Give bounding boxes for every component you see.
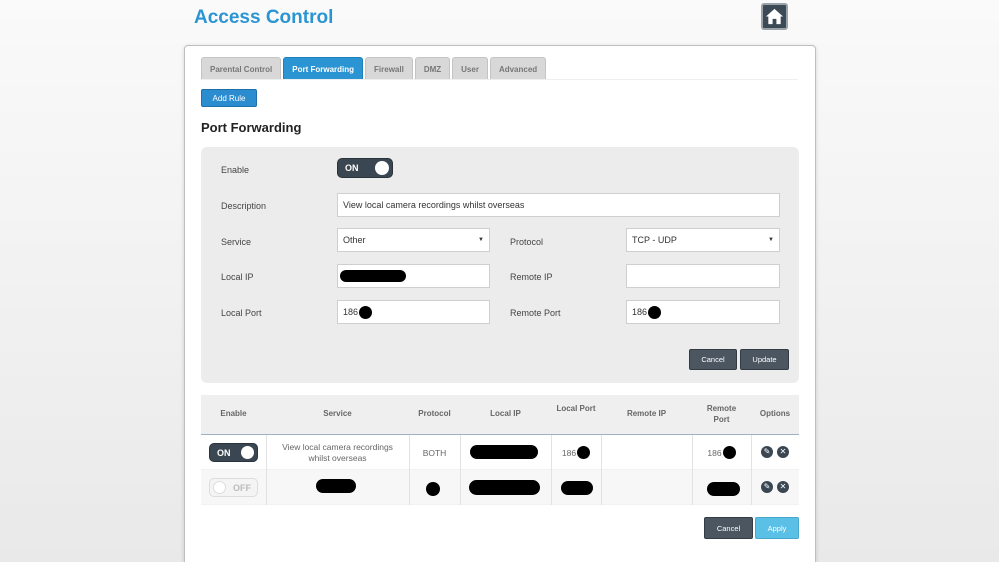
row-remote-port-value: 186	[707, 447, 722, 458]
col-local-ip: Local IP	[490, 409, 521, 418]
enable-toggle-text: ON	[345, 163, 359, 173]
remote-port-input[interactable]: 186	[626, 300, 780, 324]
local-port-input[interactable]: 186	[337, 300, 490, 324]
col-options: Options	[759, 409, 791, 418]
col-divider	[409, 470, 410, 505]
row-service: View local camera recordings whilst over…	[282, 441, 393, 463]
tab-divider	[201, 79, 798, 80]
remote-ip-label: Remote IP	[510, 272, 553, 282]
footer-cancel-button[interactable]: Cancel	[704, 517, 753, 539]
col-divider	[551, 470, 552, 505]
local-ip-input[interactable]	[337, 264, 490, 288]
redacted-local-ip	[340, 270, 406, 282]
redacted-remote-port	[707, 482, 740, 496]
delete-icon[interactable]: ✕	[777, 481, 789, 493]
row-local-port-value: 186	[561, 447, 577, 458]
col-divider	[601, 470, 602, 505]
col-divider	[751, 435, 752, 470]
home-button[interactable]	[761, 3, 788, 30]
row-toggle-text: OFF	[233, 483, 251, 493]
remote-ip-input[interactable]	[626, 264, 780, 288]
update-button[interactable]: Update	[740, 349, 789, 370]
edit-icon[interactable]: ✎	[761, 481, 773, 493]
tab-firewall[interactable]: Firewall	[365, 57, 413, 80]
remote-port-value: 186	[632, 307, 648, 317]
toggle-knob	[241, 446, 254, 459]
col-protocol: Protocol	[418, 409, 451, 418]
delete-icon[interactable]: ✕	[777, 446, 789, 458]
col-divider	[460, 435, 461, 470]
description-label: Description	[221, 201, 267, 211]
section-title: Port Forwarding	[201, 120, 302, 135]
redacted-local-ip	[469, 480, 540, 495]
protocol-value: TCP - UDP	[632, 235, 677, 245]
table-header: Enable Service Protocol Local IP Local P…	[201, 395, 799, 435]
col-remote-port: Remote Port	[706, 404, 737, 424]
chevron-down-icon: ▼	[478, 237, 484, 243]
rules-table: Enable Service Protocol Local IP Local P…	[201, 395, 799, 505]
table-row: OFF ✎ ✕	[201, 470, 799, 505]
col-enable: Enable	[220, 409, 247, 418]
edit-icon[interactable]: ✎	[761, 446, 773, 458]
redacted-local-ip	[470, 445, 538, 459]
local-ip-label: Local IP	[221, 272, 254, 282]
toggle-knob	[213, 481, 226, 494]
row-remote-port: 186	[692, 435, 751, 470]
local-port-label: Local Port	[221, 308, 262, 318]
col-divider	[692, 470, 693, 505]
home-icon	[765, 8, 784, 25]
protocol-select[interactable]: TCP - UDP ▼	[626, 228, 780, 252]
col-divider	[460, 470, 461, 505]
col-local-port: Local Port	[556, 404, 596, 413]
tab-user[interactable]: User	[452, 57, 488, 80]
redacted-port-digit	[648, 305, 662, 319]
col-divider	[266, 470, 267, 505]
description-input[interactable]: View local camera recordings whilst over…	[337, 193, 780, 217]
redacted-protocol	[426, 482, 440, 496]
row-protocol: BOTH	[422, 447, 447, 458]
service-select[interactable]: Other ▼	[337, 228, 490, 252]
add-rule-button[interactable]: Add Rule	[201, 89, 257, 107]
row-enable-toggle[interactable]: ON	[209, 443, 258, 462]
form-cancel-button[interactable]: Cancel	[689, 349, 737, 370]
tab-dmz[interactable]: DMZ	[414, 57, 451, 80]
row-local-port: 186	[551, 435, 601, 470]
redacted-port-digit	[722, 446, 736, 459]
row-enable-toggle[interactable]: OFF	[209, 478, 258, 497]
enable-toggle[interactable]: ON	[337, 158, 393, 178]
service-label: Service	[221, 237, 252, 247]
service-value: Other	[343, 235, 366, 245]
redacted-service	[316, 479, 356, 493]
tab-parental-control[interactable]: Parental Control	[201, 57, 282, 80]
redacted-port-digit	[577, 446, 591, 459]
redacted-port-digit	[359, 305, 373, 319]
enable-label: Enable	[221, 165, 250, 175]
remote-port-label: Remote Port	[510, 308, 561, 318]
col-remote-ip: Remote IP	[626, 409, 667, 418]
page-title: Access Control	[194, 7, 334, 28]
main-panel: Parental Control Port Forwarding Firewal…	[184, 45, 816, 562]
redacted-local-port	[561, 481, 593, 495]
apply-button[interactable]: Apply	[755, 517, 799, 539]
protocol-label: Protocol	[510, 237, 544, 247]
table-row: ON View local camera recordings whilst o…	[201, 435, 799, 470]
tab-port-forwarding[interactable]: Port Forwarding	[283, 57, 364, 80]
rule-form: Enable ON Description View local camera …	[201, 147, 799, 383]
col-divider	[601, 435, 602, 470]
tab-advanced[interactable]: Advanced	[489, 57, 547, 80]
tab-bar: Parental Control Port Forwarding Firewal…	[201, 57, 547, 80]
description-value: View local camera recordings whilst over…	[343, 200, 525, 210]
col-service: Service	[323, 409, 352, 418]
chevron-down-icon: ▼	[768, 237, 774, 243]
local-port-value: 186	[343, 307, 359, 317]
toggle-knob	[375, 161, 389, 175]
col-divider	[751, 470, 752, 505]
row-toggle-text: ON	[217, 448, 231, 458]
